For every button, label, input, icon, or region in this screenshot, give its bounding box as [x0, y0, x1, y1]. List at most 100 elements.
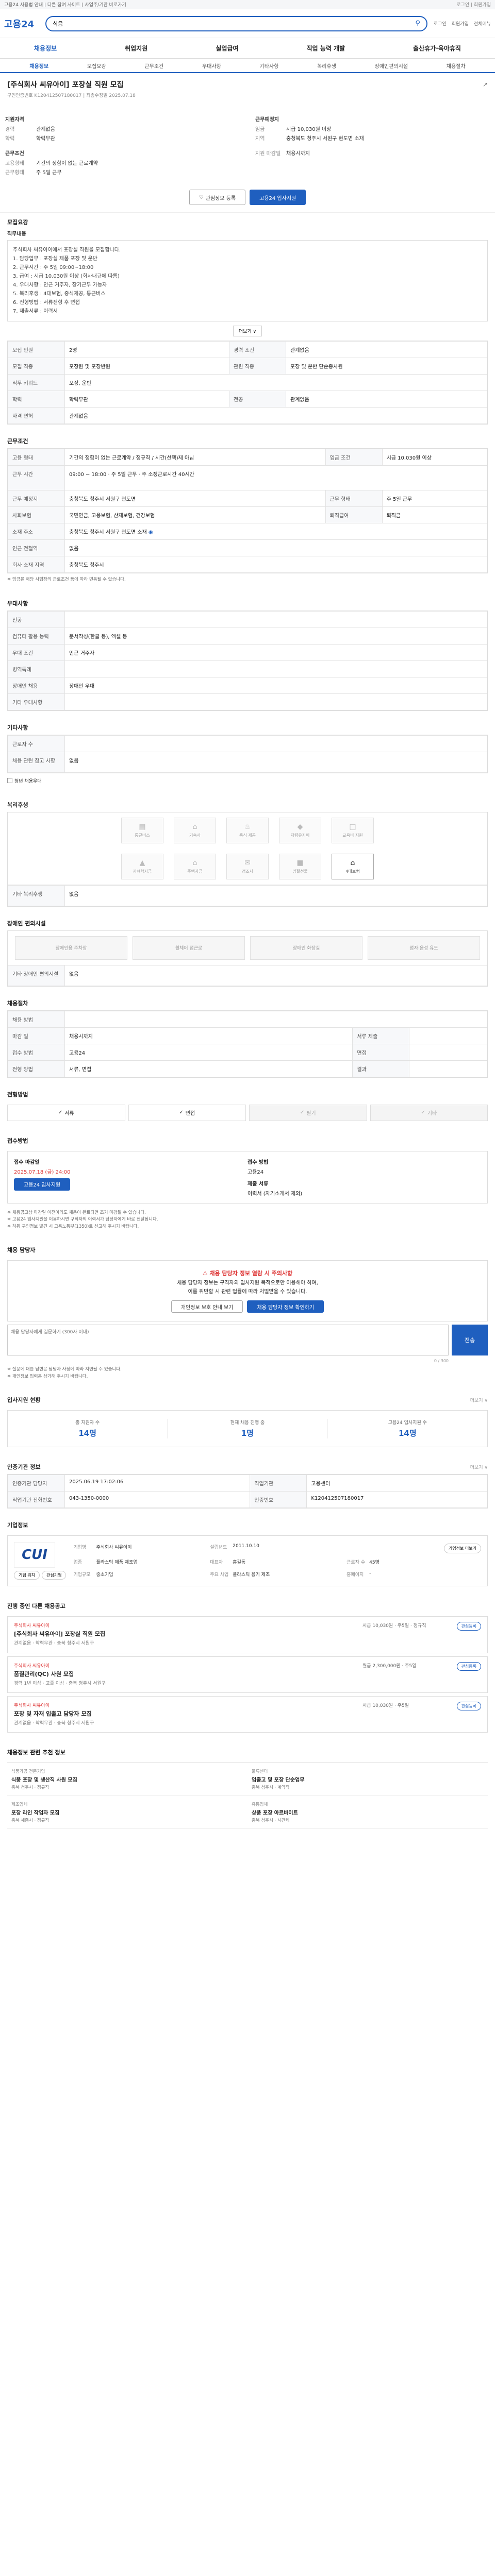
contact-title: 채용 담당자: [7, 1247, 36, 1254]
tab-etc[interactable]: 기타사항: [260, 62, 279, 70]
listing-side: 시급 10,030원 · 주5일 · 정규직: [362, 1623, 426, 1629]
listing-follow-button[interactable]: 관심등록: [456, 1622, 481, 1631]
tab-benefit[interactable]: 복리후생: [317, 62, 336, 70]
search-input[interactable]: [53, 20, 416, 27]
map-pin-icon[interactable]: ◉: [148, 530, 153, 535]
tab-prefer[interactable]: 우대사항: [202, 62, 221, 70]
table-value: 기간의 정함이 없는 근로계약 / 정규직 / 시간(선택)제 아님: [64, 449, 326, 466]
apply-docs-label: 제출 서류: [248, 1181, 269, 1187]
table-label: 근로자 수: [8, 735, 65, 752]
nav-item-leave[interactable]: 출산휴가·육아휴직: [413, 44, 461, 53]
table-value: 국민연금, 고용보험, 산재보험, 건강보험: [64, 506, 326, 523]
table-value: 없음: [64, 964, 487, 986]
screening-title: 전형방법: [7, 1091, 28, 1098]
tab-process[interactable]: 채용절차: [447, 62, 466, 70]
process-table: 채용 방법 마감 일 채용시까지 서류 제출 접수 방법 고용24 면접 전형 방법 서류…: [7, 1010, 488, 1078]
facility-item: 점자·음성 유도: [368, 936, 480, 960]
listing-item[interactable]: 주식회사 씨유아이 포장 및 자재 입출고 담당자 모집 관계없음 · 학력무관…: [7, 1696, 488, 1733]
related-meta: 충북 청주시 · 계약직: [252, 1785, 290, 1791]
info-more-button[interactable]: 더보기 ∨: [470, 1464, 488, 1470]
stat-value: 14명: [398, 1429, 417, 1438]
stat-item: 현재 채용 진행 중 1명: [168, 1419, 328, 1439]
table-label: 인증기관 담당자: [8, 1475, 65, 1492]
topbar-right[interactable]: 로그인 | 회원가입: [456, 1, 491, 8]
related-item[interactable]: 제조업체 포장 라인 작업자 모집 충북 세종시 · 정규직: [7, 1796, 248, 1829]
check-icon: ✓: [421, 1110, 425, 1116]
table-value: 2025.06.19 17:02:06: [64, 1475, 251, 1492]
tab-recruit[interactable]: 모집요강: [87, 62, 106, 70]
table-value: 충청북도 청주시: [64, 556, 487, 573]
table-label: 기타 복리후생: [8, 885, 65, 906]
company-more-button[interactable]: 기업정보 더보기: [443, 1544, 481, 1553]
company-label: 기업규모: [73, 1572, 91, 1578]
apply-notes: ※ 채용공고상 마감일 이전이라도 채용이 완료되면 조기 마감될 수 있습니다…: [0, 1207, 495, 1234]
table-label: 우대 조건: [8, 643, 65, 661]
benefit-grid: ▤ 통근버스 ⌂ 기숙사 ♨ 중식 제공 ◆ 차량유지비 □ 교육비 지원 ▲ 자녀학자금 …: [7, 811, 488, 885]
listing-item[interactable]: 주식회사 씨유아이 [주식회사 씨유아이] 포장실 직원 모집 관계없음 · 학…: [7, 1616, 488, 1653]
related-title-text[interactable]: 상품 포장 아르바이트: [252, 1808, 484, 1816]
table-label: 학력: [8, 391, 65, 408]
related-item[interactable]: 물류센터 입출고 및 포장 단순업무 충북 청주시 · 계약직: [248, 1763, 488, 1797]
table-label: 모집 직종: [8, 358, 65, 375]
related-item[interactable]: 유통업체 상품 포장 아르바이트 충북 청주시 · 시간제: [248, 1796, 488, 1829]
listing-item[interactable]: 주식회사 씨유아이 품질관리(QC) 사원 모집 경력 1년 이상 · 고졸 이…: [7, 1656, 488, 1693]
related-title-text[interactable]: 식품 포장 및 생산직 사원 모집: [11, 1775, 243, 1783]
nav-item-training[interactable]: 직업 능력 개발: [306, 44, 345, 53]
tab-jobinfo[interactable]: 채용정보: [29, 62, 48, 70]
table-label: 근무 형태: [325, 490, 383, 507]
apply-button[interactable]: 고용24 입사지원: [250, 190, 306, 205]
company-follow-button[interactable]: 관심기업: [41, 1571, 67, 1580]
desc-more-button[interactable]: 더보기 ∨: [233, 326, 262, 336]
site-logo[interactable]: 고용24: [4, 17, 45, 30]
tab-facility[interactable]: 장애인편의시설: [375, 62, 408, 70]
listing-meta: 관계없음 · 학력무관 · 충북 청주시 서원구: [14, 1721, 94, 1726]
nav-item-benefit[interactable]: 실업급여: [216, 44, 238, 53]
stats-more-button[interactable]: 더보기 ∨: [470, 1397, 488, 1403]
table-label: 채용 방법: [8, 1010, 65, 1028]
listing-title[interactable]: 포장 및 자재 입출고 담당자 모집: [14, 1709, 357, 1718]
apply-box: 접수 마감일 2025.07.18 (금) 24:00 고용24 입사지원 접수…: [7, 1150, 488, 1204]
related-title-text[interactable]: 포장 라인 작업자 모집: [11, 1808, 243, 1816]
nav-item-jobs[interactable]: 채용정보: [34, 44, 57, 53]
benefit-item-active: ⌂ 4대보험: [332, 853, 374, 879]
scrap-button[interactable]: ♡ 관심정보 등록: [189, 190, 246, 205]
benefit-item: ◆ 차량유지비: [279, 817, 321, 843]
job-summary: 지원자격 경력 관계없음 학력 학력무관 근무조건 고용형태 기간의 정함이 없는 근…: [0, 105, 495, 184]
stat-value: 14명: [78, 1429, 96, 1438]
related-item[interactable]: 식품가공 전문기업 식품 포장 및 생산직 사원 모집 충북 청주시 · 정규직: [7, 1763, 248, 1797]
qa-send-button[interactable]: 전송: [452, 1325, 488, 1356]
listing-follow-button[interactable]: 관심등록: [456, 1702, 481, 1711]
company-box: CUI 기업 위치 관심기업 기업명 주식회사 씨유아이 설립년도 2011.10.…: [7, 1535, 488, 1587]
company-label: 홈페이지: [346, 1572, 364, 1578]
table-value: [409, 1043, 487, 1061]
company-location-button[interactable]: 기업 위치: [14, 1571, 40, 1580]
share-icon[interactable]: ↗: [483, 81, 488, 88]
header-link-login[interactable]: 로그인: [434, 20, 447, 27]
conditions-heading: 근무조건: [0, 432, 495, 448]
apply-button-2[interactable]: 고용24 입사지원: [14, 1178, 71, 1191]
related-title-text[interactable]: 입출고 및 포장 단순업무: [252, 1775, 484, 1783]
table-value: 문서작성(한글 등), 엑셀 등: [64, 627, 487, 645]
listing-title[interactable]: [주식회사 씨유아이] 포장실 직원 모집: [14, 1630, 357, 1638]
qa-input[interactable]: [7, 1325, 449, 1356]
listing-title[interactable]: 품질관리(QC) 사원 모집: [14, 1670, 357, 1678]
screening-step-label: 서류: [64, 1111, 74, 1117]
search-icon[interactable]: ⚲: [415, 20, 420, 27]
table-value: [409, 1027, 487, 1044]
privacy-info-button[interactable]: 개인정보 보호 안내 보기: [171, 1300, 243, 1313]
nav-item-support[interactable]: 취업지원: [125, 44, 147, 53]
view-contact-button[interactable]: 채용 담당자 정보 확인하기: [247, 1300, 324, 1313]
table-label: 인증번호: [250, 1491, 307, 1509]
header-link-signup[interactable]: 회원가입: [452, 20, 469, 27]
checkbox-icon[interactable]: [7, 778, 12, 784]
summary-label: 지역: [255, 136, 265, 142]
listing-follow-button[interactable]: 관심등록: [456, 1662, 481, 1671]
summary-work-heading: 근무예정지: [255, 117, 279, 123]
tab-conditions[interactable]: 근무조건: [144, 62, 163, 70]
info-title: 인증기관 정보: [7, 1464, 41, 1471]
table-label: 직업기관 전화번호: [8, 1491, 65, 1509]
process-heading: 채용절차: [0, 994, 495, 1010]
table-value: 서류, 면접: [64, 1060, 353, 1077]
contact-box: ⚠ 채용 담당자 정보 열람 시 주의사항 채용 담당자 정보는 구직자의 입사…: [7, 1260, 488, 1322]
header-link-allmenu[interactable]: 전체메뉴: [474, 20, 491, 27]
